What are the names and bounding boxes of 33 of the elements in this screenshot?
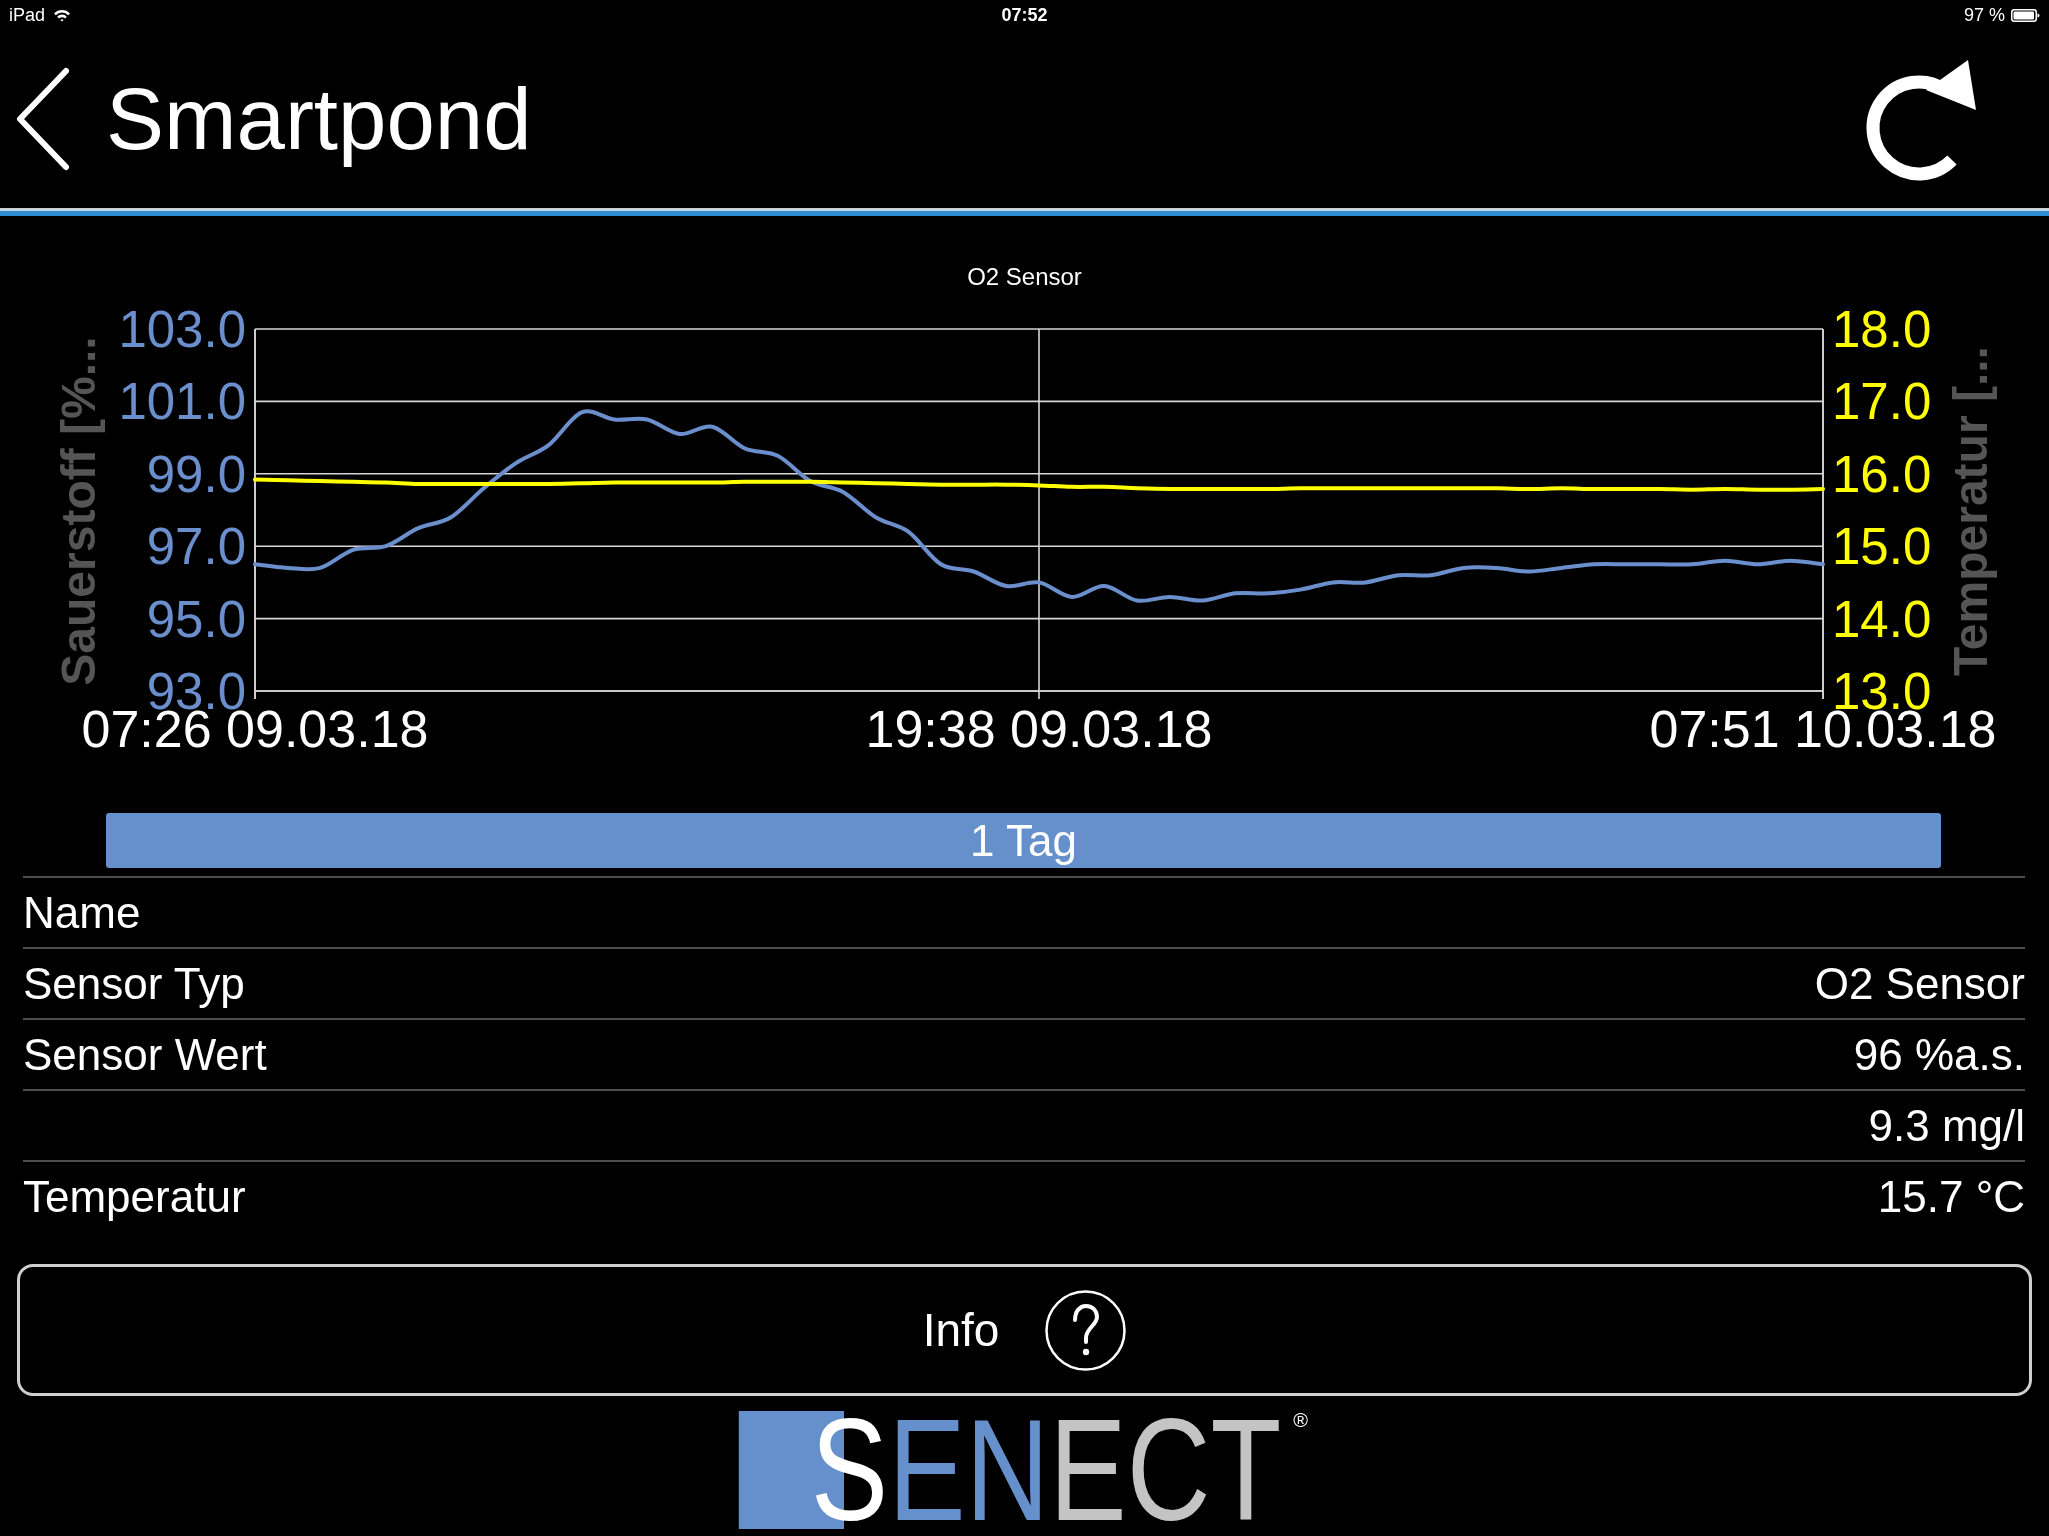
y-tick-label: 17.0 <box>1832 373 1932 431</box>
detail-value: O2 Sensor <box>1814 958 2025 1009</box>
y-tick-label: 15.0 <box>1832 518 1932 576</box>
y-axis-title: Sauerstoff [%... <box>52 336 105 686</box>
detail-value: 15.7 °C <box>1877 1171 2025 1222</box>
battery-icon <box>2011 8 2040 22</box>
page-title: Smartpond <box>106 68 532 169</box>
y-tick-label: 18.0 <box>1832 301 1932 358</box>
status-time: 07:52 <box>1001 4 1048 26</box>
help-icon <box>1045 1289 1127 1371</box>
y-axis-title: Temperatur [... <box>1944 346 1997 676</box>
y-tick-label: 97.0 <box>146 518 246 576</box>
device-name: iPad <box>9 4 46 26</box>
detail-value: 9.3 mg/l <box>1868 1100 2025 1151</box>
detail-value: 96 %a.s. <box>1853 1029 2025 1080</box>
y-tick-label: 99.0 <box>146 445 246 503</box>
detail-label: Sensor Typ <box>23 958 245 1009</box>
chevron-left-icon <box>14 67 70 171</box>
detail-label: Temperatur <box>23 1171 246 1222</box>
y-tick-label: 16.0 <box>1832 445 1932 503</box>
x-tick-label: 19:38 09.03.18 <box>865 700 1213 758</box>
registered-mark: ® <box>1293 1409 1308 1432</box>
wifi-icon <box>53 8 72 22</box>
info-button[interactable]: Info <box>17 1264 2032 1396</box>
detail-label: Name <box>23 887 141 938</box>
battery-percent: 97 % <box>1963 4 2005 26</box>
y-tick-label: 95.0 <box>146 590 246 648</box>
back-button[interactable] <box>14 67 70 171</box>
y-tick-label: 103.0 <box>118 301 246 358</box>
detail-label: Sensor Wert <box>23 1029 267 1080</box>
chart-title: O2 Sensor <box>967 263 1082 290</box>
y-tick-label: 14.0 <box>1832 590 1932 648</box>
y-tick-label: 101.0 <box>118 373 246 431</box>
